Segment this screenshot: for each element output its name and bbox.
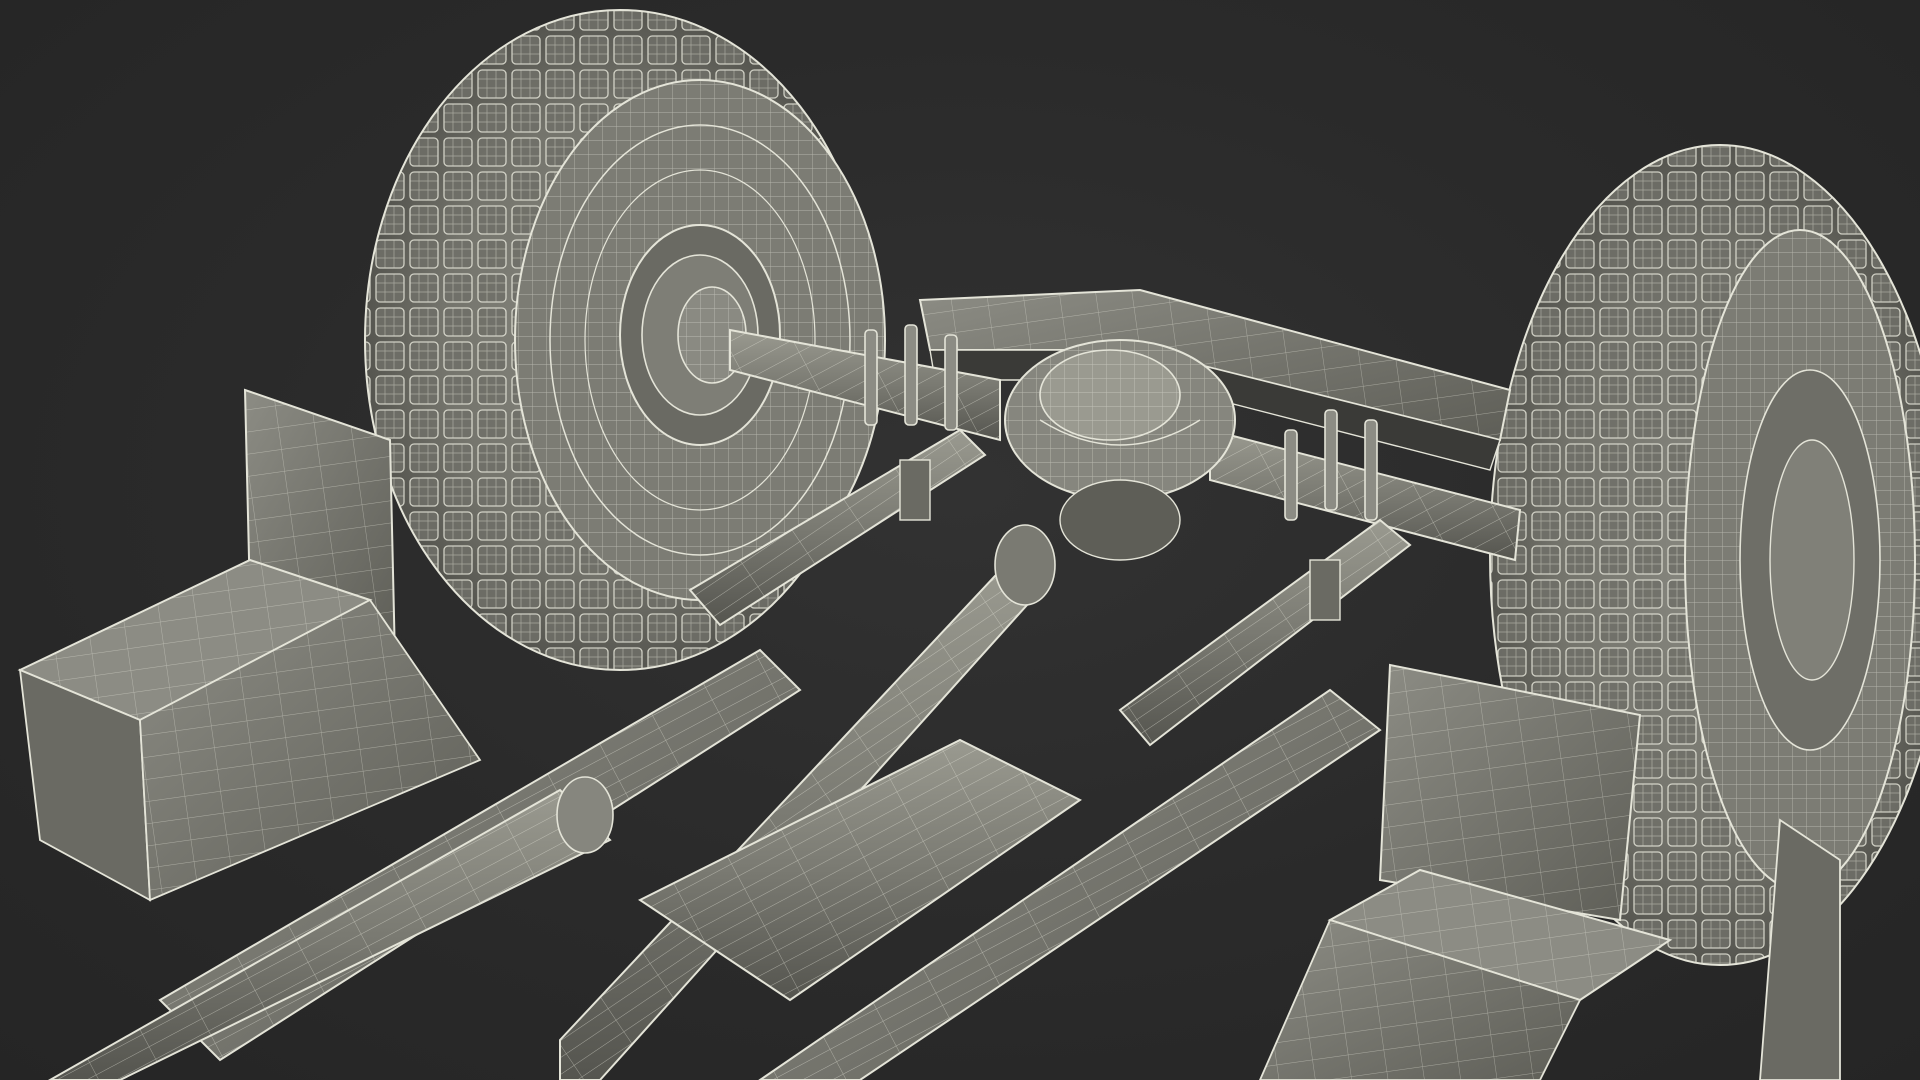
- right-tire-sidewall: [1684, 229, 1916, 891]
- differential: [1004, 339, 1236, 561]
- right-leaf-spring: [1118, 518, 1412, 747]
- render-viewport: [0, 0, 1920, 1080]
- wireframe-render: [17, 9, 1920, 1080]
- left-wheel: [364, 9, 886, 671]
